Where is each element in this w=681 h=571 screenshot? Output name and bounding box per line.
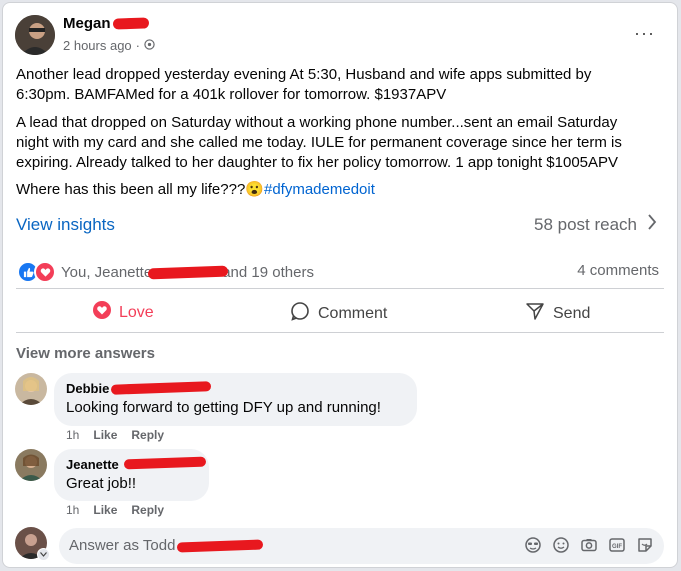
gif-icon[interactable]: GIF <box>608 536 626 554</box>
camera-icon[interactable] <box>580 536 598 554</box>
comments-count[interactable]: 4 comments <box>577 262 659 279</box>
comment-actions: 1h Like Reply <box>66 503 164 517</box>
sticker-icon[interactable] <box>636 536 654 554</box>
reactions-suffix: and 19 others <box>222 263 314 281</box>
comment-reply-button[interactable]: Reply <box>131 428 164 442</box>
hashtag-link[interactable]: #dfymademedoit <box>264 181 375 198</box>
love-label: Love <box>119 303 154 321</box>
comment-button[interactable]: Comment <box>290 301 387 326</box>
emoji-icon[interactable] <box>552 536 570 554</box>
post-paragraph-3: Where has this been all my life???😮#dfym… <box>16 180 646 200</box>
comment-actions: 1h Like Reply <box>66 428 164 442</box>
privacy-dot: · <box>135 38 141 53</box>
commenter-avatar[interactable] <box>15 373 47 405</box>
comment-like-button[interactable]: Like <box>93 503 117 517</box>
post-card: Megan 2 hours ago · ··· Another lead dro… <box>2 2 678 568</box>
post-reach[interactable]: 58 post reach <box>534 213 657 236</box>
avatar-sticker-icon[interactable] <box>524 536 542 554</box>
comment-time[interactable]: 1h <box>66 503 79 517</box>
comment-text: Great job!! <box>66 475 137 492</box>
svg-text:GIF: GIF <box>612 544 622 550</box>
user-switch-chevron-icon[interactable] <box>37 548 50 561</box>
author-name[interactable]: Megan <box>63 15 111 32</box>
commenter-avatar[interactable] <box>15 449 47 481</box>
astonished-emoji: 😮 <box>245 181 264 198</box>
view-insights-link[interactable]: View insights <box>16 215 115 235</box>
post-meta: 2 hours ago · <box>63 38 155 53</box>
post-paragraph-2: A lead that dropped on Saturday without … <box>16 114 622 171</box>
send-icon <box>525 301 545 326</box>
globe-icon <box>144 38 155 53</box>
composer-icons: GIF <box>524 536 654 554</box>
comment-composer[interactable]: Answer as Todd GIF <box>59 528 664 564</box>
post-paragraph-3-text: Where has this been all my life??? <box>16 181 246 198</box>
comment-bubble: Debbie Looking forward to getting DFY up… <box>54 373 417 426</box>
more-options-button[interactable]: ··· <box>634 23 655 44</box>
post-paragraph-1: Another lead dropped yesterday evening A… <box>16 66 592 103</box>
send-button[interactable]: Send <box>525 301 590 326</box>
love-icon <box>93 301 111 324</box>
reactions-prefix: You, Jeanette <box>61 263 153 281</box>
composer-placeholder[interactable]: Answer as Todd <box>69 537 175 554</box>
chevron-right-icon <box>647 213 657 236</box>
view-more-answers-link[interactable]: View more answers <box>16 345 155 362</box>
reactions-summary[interactable]: You, Jeanette and 19 others <box>17 261 314 283</box>
love-reaction-icon <box>34 261 56 283</box>
post-time[interactable]: 2 hours ago <box>63 38 132 53</box>
reactor-name-redaction <box>148 265 229 279</box>
divider-top <box>16 288 664 289</box>
divider-bottom <box>16 332 664 333</box>
author-avatar[interactable] <box>15 15 55 55</box>
author-name-redaction <box>112 17 150 30</box>
love-button[interactable]: Love <box>93 301 154 324</box>
composer-name-redaction <box>176 539 264 553</box>
comment-icon <box>290 301 310 326</box>
comment-like-button[interactable]: Like <box>93 428 117 442</box>
comment-time[interactable]: 1h <box>66 428 79 442</box>
comment-text: Looking forward to getting DFY up and ru… <box>66 399 381 416</box>
comment-label: Comment <box>318 304 388 322</box>
post-reach-label: 58 post reach <box>533 214 637 234</box>
comment-reply-button[interactable]: Reply <box>131 503 164 517</box>
send-label: Send <box>553 304 591 322</box>
